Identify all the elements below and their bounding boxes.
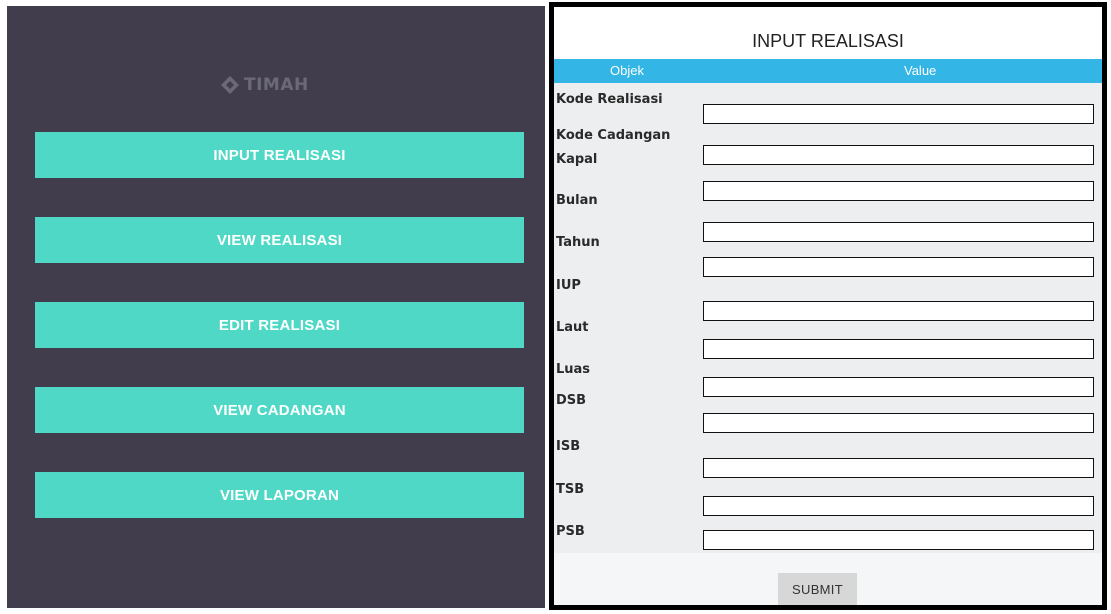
form-title: INPUT REALISASI [752,31,904,51]
logo-text: TIMAH [244,75,309,95]
kapal-input[interactable] [703,181,1094,201]
label-kode-realisasi: Kode Realisasi [556,92,663,107]
column-header-value: Value [904,63,937,78]
main-menu-panel: TIMAH INPUT REALISASI VIEW REALISASI EDI… [7,6,545,608]
label-tsb: TSB [556,482,585,497]
input-realisasi-button[interactable]: INPUT REALISASI [35,132,524,178]
submit-button[interactable]: SUBMIT [778,573,857,605]
iup-input[interactable] [703,301,1094,321]
table-header: Objek Value [554,59,1102,83]
timah-logo: TIMAH [220,73,309,97]
psb-input[interactable] [703,530,1094,550]
label-tahun: Tahun [556,235,600,250]
label-isb: ISB [556,439,581,454]
submit-bar: SUBMIT [554,553,1102,605]
input-form-frame: INPUT REALISASI Objek Value Kode Realisa… [549,2,1107,610]
tsb-input[interactable] [703,496,1094,516]
dsb-input[interactable] [703,413,1094,433]
view-realisasi-button[interactable]: VIEW REALISASI [35,217,524,263]
bulan-input[interactable] [703,222,1094,242]
label-kode-cadangan: Kode Cadangan [556,128,671,143]
form-body: Kode Realisasi Kode Cadangan Kapal Bulan… [554,83,1102,553]
timah-logo-icon [221,76,239,94]
view-cadangan-button[interactable]: VIEW CADANGAN [35,387,524,433]
tahun-input[interactable] [703,257,1094,277]
edit-realisasi-button[interactable]: EDIT REALISASI [35,302,524,348]
label-kapal: Kapal [556,152,598,167]
view-laporan-button[interactable]: VIEW LAPORAN [35,472,524,518]
input-realisasi-form: INPUT REALISASI Objek Value Kode Realisa… [554,7,1102,605]
luas-input[interactable] [703,377,1094,397]
label-laut: Laut [556,320,589,335]
label-psb: PSB [556,524,585,539]
form-title-bar: INPUT REALISASI [554,7,1102,59]
label-iup: IUP [556,278,581,293]
kode-cadangan-input[interactable] [703,145,1094,165]
laut-input[interactable] [703,339,1094,359]
label-dsb: DSB [556,393,587,408]
label-luas: Luas [556,362,591,377]
isb-input[interactable] [703,458,1094,478]
label-bulan: Bulan [556,193,598,208]
column-header-objek: Objek [610,63,644,78]
kode-realisasi-input[interactable] [703,104,1094,124]
